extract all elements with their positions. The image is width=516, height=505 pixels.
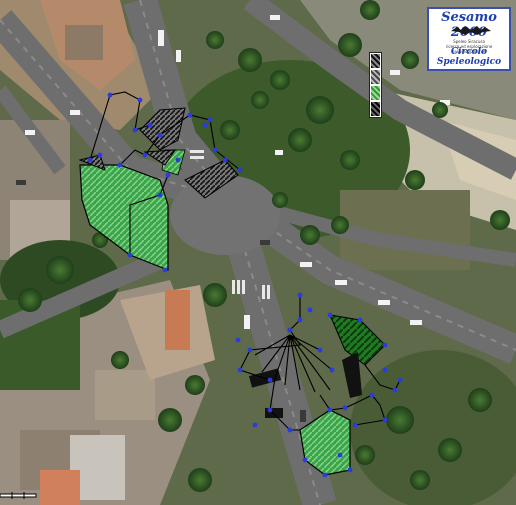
hatch-black-icon xyxy=(371,102,380,116)
logo-subtitle: Circolo Speleologico xyxy=(436,47,502,67)
bat-icon xyxy=(451,26,491,35)
hatch-dark-icon xyxy=(371,54,380,68)
map-legend xyxy=(369,52,382,118)
green-area-icon xyxy=(371,86,380,100)
aerial-map[interactable]: Sesamo 2000 Speleo Siracusa ricerca ed e… xyxy=(0,0,516,505)
satellite-imagery xyxy=(0,0,516,505)
hatch-gray-icon xyxy=(371,70,380,84)
sesamo-logo: Sesamo 2000 Speleo Siracusa ricerca ed e… xyxy=(427,7,511,71)
